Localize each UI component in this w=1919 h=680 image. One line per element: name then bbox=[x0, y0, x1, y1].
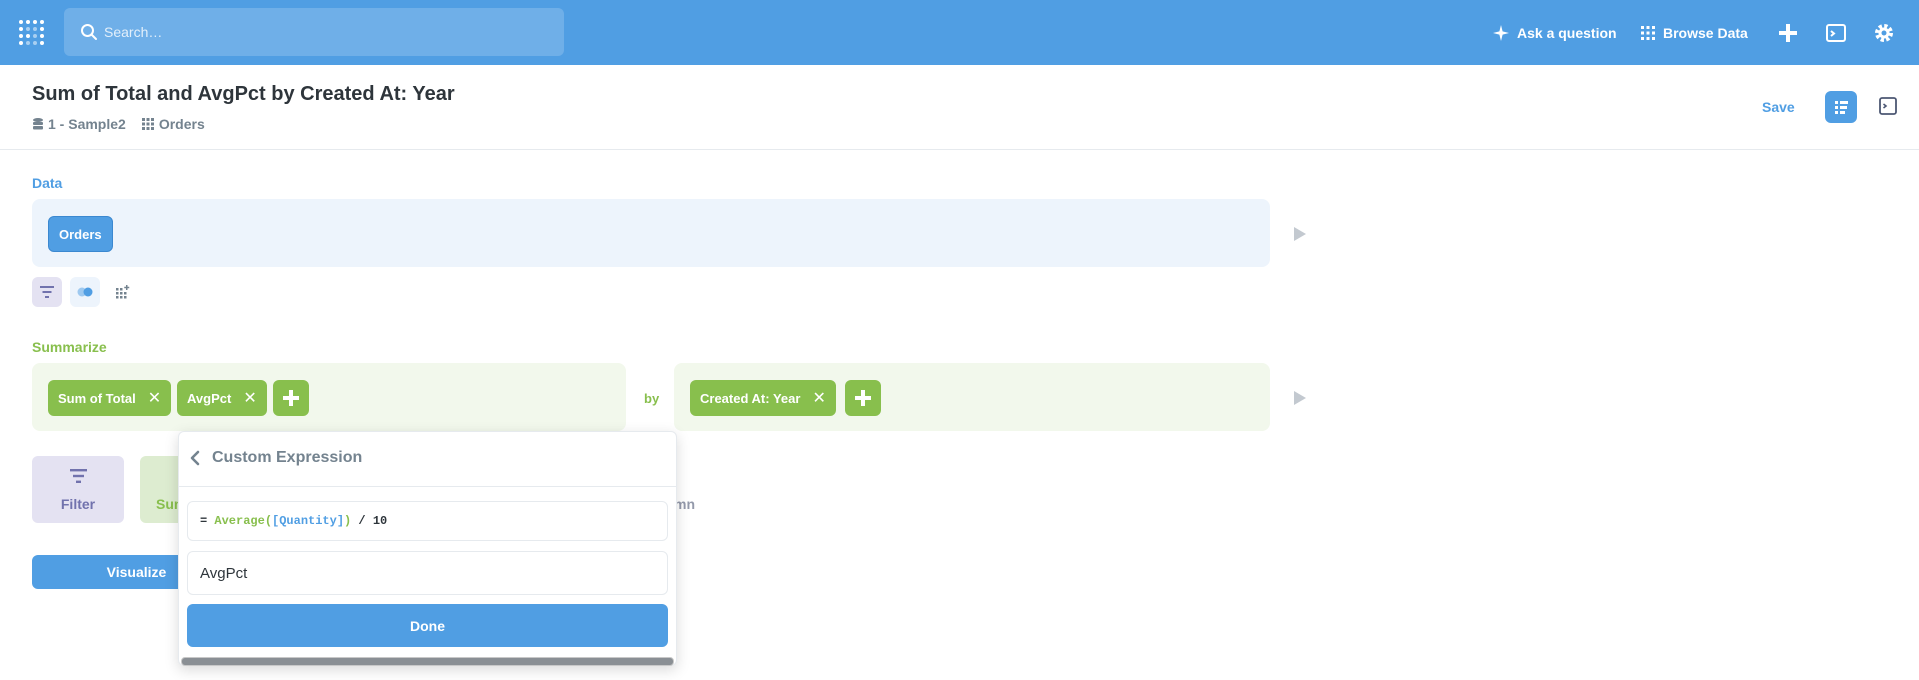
breadcrumb-database-label: 1 - Sample2 bbox=[48, 116, 126, 132]
grid-icon bbox=[1641, 26, 1655, 40]
browse-data-button[interactable]: Browse Data bbox=[1641, 20, 1748, 46]
breadcrumb-table-label: Orders bbox=[158, 116, 205, 132]
preview-summarize-icon[interactable] bbox=[1294, 391, 1306, 405]
expression-function: Average( bbox=[214, 514, 273, 528]
notebook-icon bbox=[1835, 101, 1848, 114]
sparkle-icon bbox=[1493, 25, 1509, 41]
search-input[interactable]: Search… bbox=[64, 8, 564, 56]
expression-editor[interactable]: = Average([Quantity]) / 10 bbox=[187, 501, 668, 541]
plus-icon bbox=[855, 390, 871, 406]
add-join-step-button[interactable] bbox=[70, 277, 100, 307]
data-section-label: Data bbox=[32, 175, 63, 191]
notebook-toggle-button[interactable] bbox=[1825, 91, 1857, 123]
filter-icon bbox=[70, 469, 87, 483]
ask-question-button[interactable]: Ask a question bbox=[1493, 20, 1617, 46]
expression-field: [Quantity] bbox=[272, 514, 345, 528]
sql-terminal-icon[interactable] bbox=[1824, 21, 1848, 45]
data-step-box[interactable] bbox=[32, 199, 1270, 267]
plus-icon[interactable] bbox=[1776, 21, 1800, 45]
expression-name-input[interactable]: AvgPct bbox=[187, 551, 668, 595]
close-icon[interactable]: ✕ bbox=[148, 388, 161, 408]
metric-label: AvgPct bbox=[187, 390, 232, 406]
metabase-logo-icon[interactable] bbox=[18, 19, 46, 47]
breakout-pill-created-at-year[interactable]: Created At: Year ✕ bbox=[690, 380, 836, 416]
add-column-icon bbox=[116, 285, 130, 299]
save-button[interactable]: Save bbox=[1762, 99, 1795, 115]
popover-header[interactable]: Custom Expression bbox=[179, 432, 676, 487]
summarize-section-label: Summarize bbox=[32, 339, 107, 355]
page-title: Sum of Total and AvgPct by Created At: Y… bbox=[32, 83, 455, 105]
custom-column-action-label[interactable]: mn bbox=[674, 496, 695, 512]
close-icon[interactable]: ✕ bbox=[243, 388, 256, 408]
filter-action-label: Filter bbox=[60, 496, 96, 512]
add-filter-step-button[interactable] bbox=[32, 277, 62, 307]
plus-icon bbox=[283, 390, 299, 406]
header-divider bbox=[0, 149, 1919, 150]
breakout-label: Created At: Year bbox=[700, 390, 801, 406]
close-icon[interactable]: ✕ bbox=[812, 388, 825, 408]
table-grid-icon bbox=[141, 118, 154, 130]
filter-action-button[interactable]: Filter bbox=[32, 456, 124, 523]
by-label: by bbox=[644, 391, 660, 406]
search-icon bbox=[81, 24, 97, 40]
horizontal-scrollbar[interactable] bbox=[181, 657, 674, 666]
filter-icon bbox=[40, 286, 54, 298]
chevron-left-icon[interactable] bbox=[189, 450, 201, 466]
sql-view-icon[interactable] bbox=[1878, 96, 1898, 116]
metric-pill-avgpct[interactable]: AvgPct ✕ bbox=[177, 380, 267, 416]
database-icon bbox=[33, 118, 43, 130]
top-navbar: Search… Ask a question Browse Data bbox=[0, 0, 1919, 65]
expression-equals: = bbox=[200, 514, 215, 528]
breadcrumb-table[interactable]: Orders bbox=[141, 116, 205, 132]
done-button[interactable]: Done bbox=[187, 604, 668, 647]
expression-rest: / 10 bbox=[351, 514, 388, 528]
add-breakout-button[interactable] bbox=[845, 380, 881, 416]
add-custom-column-button[interactable] bbox=[108, 277, 138, 307]
preview-data-icon[interactable] bbox=[1294, 227, 1306, 241]
ask-question-label: Ask a question bbox=[1517, 25, 1617, 41]
gear-icon[interactable] bbox=[1872, 21, 1896, 45]
breadcrumb-database[interactable]: 1 - Sample2 bbox=[33, 116, 126, 132]
join-icon bbox=[77, 287, 93, 297]
orders-table-pill[interactable]: Orders bbox=[48, 216, 113, 252]
browse-data-label: Browse Data bbox=[1663, 25, 1748, 41]
add-metric-button[interactable] bbox=[273, 380, 309, 416]
breadcrumb: 1 - Sample2 Orders bbox=[33, 116, 221, 132]
custom-expression-popover: Custom Expression = Average([Quantity]) … bbox=[178, 431, 677, 666]
popover-title: Custom Expression bbox=[212, 449, 363, 466]
metric-pill-sum-of-total[interactable]: Sum of Total ✕ bbox=[48, 380, 172, 416]
search-placeholder: Search… bbox=[104, 24, 163, 40]
metric-label: Sum of Total bbox=[58, 390, 136, 406]
